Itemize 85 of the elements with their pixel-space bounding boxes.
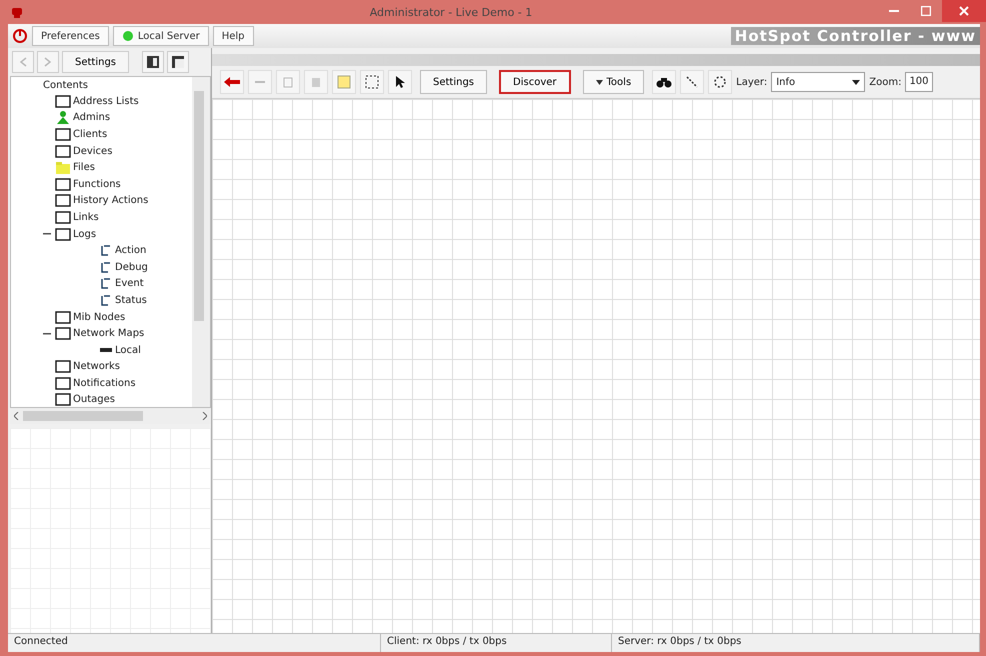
minimize-icon <box>889 10 899 12</box>
folder-icon <box>55 161 71 174</box>
back-icon <box>17 56 29 68</box>
note-icon <box>337 75 351 89</box>
log-icon <box>99 244 113 258</box>
status-text: Client: rx 0bps / tx 0bps <box>381 634 612 652</box>
zoom-label: Zoom: <box>869 76 902 88</box>
tree-item[interactable]: Contents <box>11 79 88 93</box>
box-icon <box>55 310 71 324</box>
status-dot-icon <box>122 30 134 42</box>
find-button[interactable] <box>652 70 676 94</box>
close-icon <box>959 6 969 16</box>
log-icon <box>99 277 113 290</box>
tree-item[interactable]: Links <box>11 209 99 226</box>
box-icon <box>55 228 71 241</box>
box-icon <box>55 94 71 108</box>
scroll-right-icon[interactable] <box>202 412 207 420</box>
tree-item[interactable]: Networks <box>11 358 120 376</box>
settings-button[interactable]: Settings <box>62 51 130 73</box>
tree-item[interactable]: Logs <box>11 226 96 242</box>
box-icon <box>55 376 71 390</box>
layout-button[interactable] <box>142 51 164 73</box>
status-text: Server: rx 0bps / tx 0bps <box>612 634 980 652</box>
forward-icon <box>42 56 54 68</box>
box-icon <box>55 128 71 141</box>
panel-icon <box>172 56 184 68</box>
box-icon <box>55 194 71 208</box>
dropdown-arrow-icon <box>852 80 860 84</box>
box-icon <box>55 327 71 340</box>
box-icon <box>55 360 71 374</box>
tree-item[interactable]: Debug <box>11 258 148 276</box>
box-icon <box>55 210 71 224</box>
settings-button[interactable]: Settings <box>420 70 488 94</box>
log-icon <box>99 260 113 274</box>
copy-icon <box>282 76 294 88</box>
panel-icon <box>147 56 160 68</box>
pointer-button[interactable] <box>388 70 412 94</box>
power-icon[interactable] <box>12 28 28 44</box>
tree-item[interactable]: Local <box>11 342 141 358</box>
tree-item[interactable]: Admins <box>11 110 110 126</box>
tree-item[interactable]: Address Lists <box>11 93 139 110</box>
log-icon <box>99 294 113 307</box>
box-icon <box>55 178 71 191</box>
window-title: Administrator - Live Demo - 1 <box>368 6 534 18</box>
zoom-field[interactable]: 100 <box>905 72 933 92</box>
layout-button[interactable] <box>167 51 190 73</box>
menu-button[interactable]: Help <box>212 26 254 46</box>
app-icon <box>10 5 24 19</box>
maximize-icon <box>921 6 931 16</box>
tree-item[interactable]: Event <box>11 276 144 292</box>
binoculars-icon <box>656 76 672 88</box>
tree-item[interactable]: Action <box>11 242 146 259</box>
box-icon <box>55 144 71 158</box>
brand-logo: HotSpot Controller - www <box>730 27 980 45</box>
tree-item[interactable]: History Actions <box>11 192 148 210</box>
paste-icon <box>310 76 322 88</box>
tree-item[interactable]: Functions <box>11 176 121 193</box>
layer-label: Layer: <box>736 76 768 88</box>
cursor-icon <box>395 75 405 89</box>
menu-button[interactable]: Preferences <box>32 26 109 46</box>
menu-button[interactable]: Local Server <box>112 26 209 46</box>
scroll-left-icon[interactable] <box>14 412 19 420</box>
caret-icon <box>596 80 603 84</box>
select-area-button[interactable] <box>360 70 384 94</box>
tools-button[interactable]: Tools <box>582 70 644 94</box>
rotate-button[interactable] <box>708 70 732 94</box>
back-button[interactable] <box>220 70 244 94</box>
line-icon <box>685 75 700 89</box>
arrow-left-icon <box>223 76 241 88</box>
tree-item[interactable]: Files <box>11 159 95 176</box>
tree-item[interactable]: Mib Nodes <box>11 308 126 326</box>
dashed-selection-icon <box>365 75 379 89</box>
tree-item[interactable]: Clients <box>11 126 108 143</box>
dashed-circle-icon <box>713 75 728 89</box>
vertical-scrollbar[interactable] <box>192 77 210 407</box>
tree-item[interactable]: Devices <box>11 142 112 160</box>
tree-item[interactable]: Status <box>11 292 147 309</box>
tree-item[interactable]: Outages <box>11 392 115 407</box>
discover-button[interactable]: Discover <box>499 70 571 94</box>
status-text: Connected <box>8 634 381 652</box>
layer-dropdown[interactable]: Info <box>771 72 866 92</box>
tree-item[interactable]: Network Maps <box>11 325 144 342</box>
tree-item[interactable]: Notifications <box>11 375 136 392</box>
close-button[interactable] <box>942 0 986 22</box>
person-icon <box>55 111 71 124</box>
